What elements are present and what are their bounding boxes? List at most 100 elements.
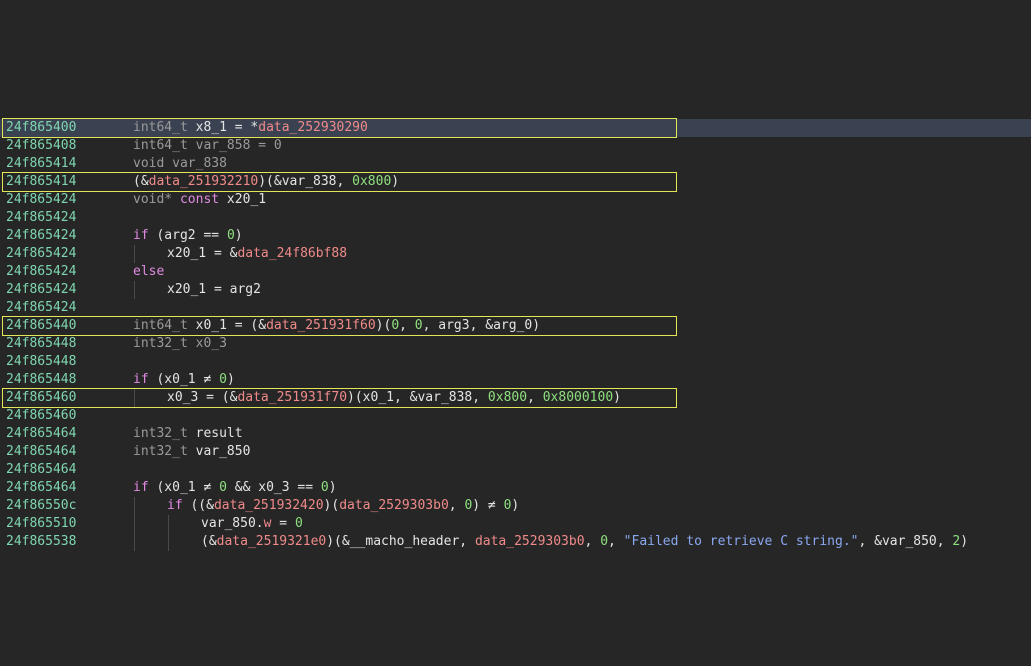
code-text[interactable]: (&data_2519321e0)(&__macho_header, data_… [201, 533, 968, 551]
code-line[interactable]: 24f865460 x0_3 = (&data_251931f70)(x0_1, … [0, 389, 1031, 407]
code-line[interactable]: 24f865424 x20_1 = arg2 [0, 281, 1031, 299]
code-token-plain: var_850. [201, 516, 264, 531]
line-address[interactable]: 24f865424 [6, 263, 76, 281]
code-line[interactable]: 24f865464 if (x0_1 ≠ 0 && x0_3 == 0) [0, 479, 1031, 497]
code-line[interactable]: 24f865448 int32_t x0_3 [0, 335, 1031, 353]
code-token-kw: const [179, 192, 220, 207]
code-line[interactable]: 24f865408 int64_t var_858 = 0 [0, 137, 1031, 155]
line-address[interactable]: 24f865464 [6, 425, 76, 443]
code-line[interactable]: 24f865460 [0, 407, 1031, 425]
line-address[interactable]: 24f865400 [6, 119, 76, 137]
code-line[interactable]: 24f865400 int64_t x8_1 = *data_252930290 [0, 119, 1031, 137]
line-address[interactable]: 24f865414 [6, 173, 76, 191]
code-line[interactable]: 24f865424 [0, 299, 1031, 317]
code-token-kw: if [133, 480, 149, 495]
line-address[interactable]: 24f865448 [6, 371, 76, 389]
code-text[interactable]: void* const x20_1 [133, 191, 266, 209]
code-text[interactable]: if (arg2 == 0) [133, 227, 243, 245]
code-token-plain: x20_1 = & [167, 246, 238, 261]
code-text[interactable]: int64_t x8_1 = *data_252930290 [133, 119, 368, 137]
code-line[interactable]: 24f865538 (&data_2519321e0)(&__macho_head… [0, 533, 1031, 551]
code-line[interactable]: 24f865448 if (x0_1 ≠ 0) [0, 371, 1031, 389]
decompiler-view: 24f865400 int64_t x8_1 = *data_252930290 2… [0, 0, 1031, 666]
code-token-data[interactable]: data_2529303b0 [475, 534, 585, 549]
code-line[interactable]: 24f865464 int32_t result [0, 425, 1031, 443]
code-token-kw: if [133, 228, 149, 243]
code-token-data[interactable]: data_251932210 [149, 174, 259, 189]
code-token-data[interactable]: data_2529303b0 [339, 498, 449, 513]
line-address[interactable]: 24f865424 [6, 227, 76, 245]
line-address[interactable]: 24f865460 [6, 407, 76, 425]
line-address[interactable]: 24f865424 [6, 299, 76, 317]
code-line[interactable]: 24f865424 x20_1 = &data_24f86bf88 [0, 245, 1031, 263]
code-text[interactable]: (&data_251932210)(&var_838, 0x800) [133, 173, 399, 191]
line-address[interactable]: 24f865464 [6, 461, 76, 479]
code-token-data[interactable]: data_251931f60 [266, 318, 376, 333]
code-text[interactable]: else [133, 263, 164, 281]
code-line[interactable]: 24f865424 [0, 209, 1031, 227]
code-token-plain: , [584, 534, 601, 549]
code-text[interactable]: if (x0_1 ≠ 0 && x0_3 == 0) [133, 479, 337, 497]
code-text[interactable]: x20_1 = arg2 [167, 281, 261, 299]
indent-guide [134, 389, 135, 407]
code-line[interactable]: 24f86550c if ((&data_251932420)(data_2529… [0, 497, 1031, 515]
code-token-data[interactable]: data_252930290 [258, 120, 368, 135]
code-token-plain: , [399, 318, 415, 333]
line-address[interactable]: 24f865448 [6, 353, 76, 371]
code-text[interactable]: x20_1 = &data_24f86bf88 [167, 245, 347, 263]
code-token-plain: ) [226, 372, 235, 387]
code-token-plain: )( [375, 318, 392, 333]
code-line[interactable]: 24f865464 [0, 461, 1031, 479]
code-token-plain: x20_1 [219, 192, 267, 207]
line-address[interactable]: 24f865408 [6, 137, 76, 155]
code-text[interactable]: if (x0_1 ≠ 0) [133, 371, 235, 389]
line-address[interactable]: 24f86550c [6, 497, 76, 515]
code-text[interactable]: int32_t x0_3 [133, 335, 227, 353]
line-address[interactable]: 24f865424 [6, 281, 76, 299]
line-address[interactable]: 24f865460 [6, 389, 76, 407]
line-address[interactable]: 24f865448 [6, 335, 76, 353]
line-address[interactable]: 24f865424 [6, 191, 76, 209]
code-text[interactable]: int32_t var_850 [133, 443, 250, 461]
code-line[interactable]: 24f865424 if (arg2 == 0) [0, 227, 1031, 245]
code-token-plain: x0_1 = (& [195, 318, 267, 333]
code-text[interactable]: int64_t x0_1 = (&data_251931f60)(0, 0, a… [133, 317, 540, 335]
code-line[interactable]: 24f865440 int64_t x0_1 = (&data_251931f60… [0, 317, 1031, 335]
line-address[interactable]: 24f865510 [6, 515, 76, 533]
code-line[interactable]: 24f865414 void var_838 [0, 155, 1031, 173]
line-address[interactable]: 24f865538 [6, 533, 76, 551]
line-address[interactable]: 24f865414 [6, 155, 76, 173]
code-text[interactable]: var_850.w = 0 [201, 515, 303, 533]
code-token-num: 0 [219, 372, 227, 387]
code-token-data[interactable]: data_24f86bf88 [237, 246, 347, 261]
code-token-data[interactable]: data_2519321e0 [217, 534, 327, 549]
code-line[interactable]: 24f865424 else [0, 263, 1031, 281]
code-token-plain: (& [133, 174, 149, 189]
code-text[interactable]: int64_t var_858 = 0 [133, 137, 282, 155]
code-text[interactable]: int32_t result [133, 425, 243, 443]
line-address[interactable]: 24f865424 [6, 245, 76, 263]
code-text[interactable]: if ((&data_251932420)(data_2529303b0, 0)… [167, 497, 519, 515]
code-token-data[interactable]: data_251931f70 [237, 390, 347, 405]
code-token-plain: ) [960, 534, 969, 549]
code-token-plain: (x0_1 [148, 372, 204, 387]
line-address[interactable]: 24f865464 [6, 479, 76, 497]
code-line[interactable]: 24f865464 int32_t var_850 [0, 443, 1031, 461]
code-text[interactable]: x0_3 = (&data_251931f70)(x0_1, &var_838,… [167, 389, 621, 407]
code-token-num: 0x800 [352, 174, 392, 189]
code-line[interactable]: 24f865414 (&data_251932210)(&var_838, 0x8… [0, 173, 1031, 191]
code-line[interactable]: 24f865424 void* const x20_1 [0, 191, 1031, 209]
code-token-plain: ) [234, 228, 243, 243]
line-address[interactable]: 24f865424 [6, 209, 76, 227]
line-address[interactable]: 24f865440 [6, 317, 76, 335]
code-token-data[interactable]: data_251932420 [214, 498, 324, 513]
code-text[interactable]: void var_838 [133, 155, 227, 173]
code-token-num: 0x800 [487, 390, 528, 405]
code-token-plain: ) [613, 390, 621, 405]
code-line[interactable]: 24f865448 [0, 353, 1031, 371]
line-address[interactable]: 24f865464 [6, 443, 76, 461]
code-line[interactable]: 24f865510 var_850.w = 0 [0, 515, 1031, 533]
